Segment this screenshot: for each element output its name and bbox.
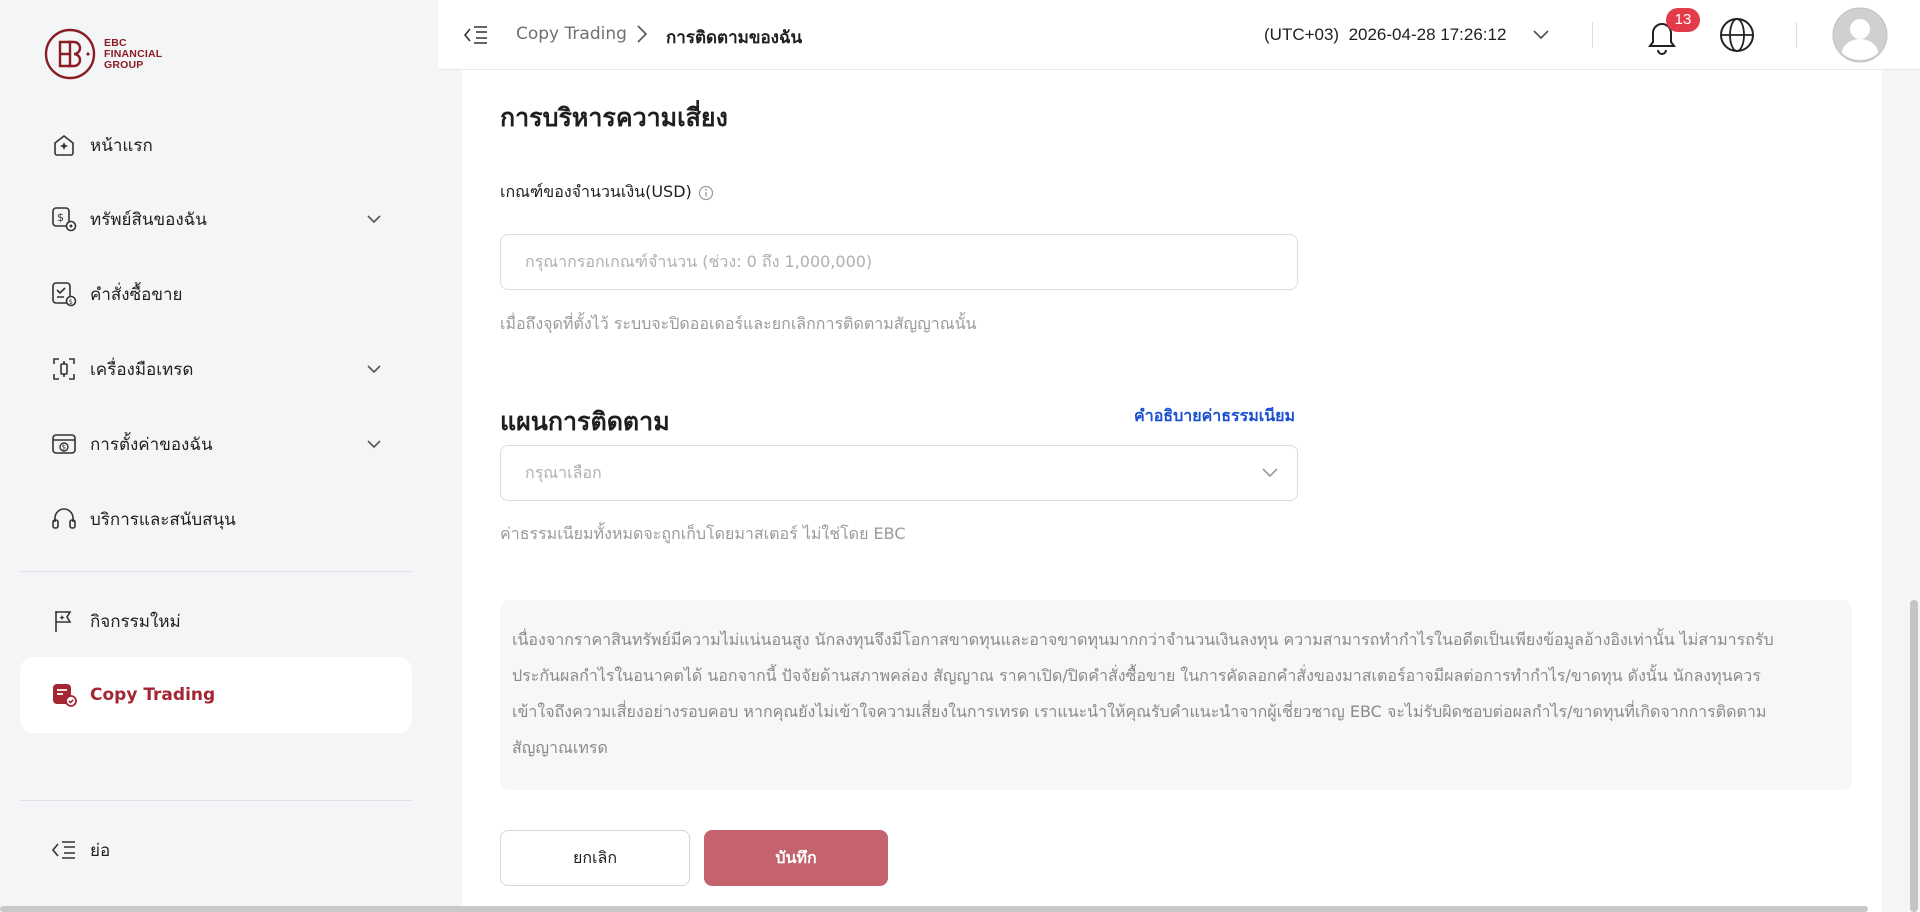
home-icon (50, 131, 78, 159)
select-placeholder: กรุณาเลือก (525, 462, 602, 482)
sidebar-item-label: การตั้งค่าของฉัน (90, 434, 213, 455)
risk-management-title: การบริหารความเสี่ยง (500, 103, 728, 132)
sidebar-divider (20, 571, 412, 572)
info-icon[interactable] (698, 185, 714, 201)
tools-icon (50, 355, 78, 383)
chevron-down-icon (367, 215, 381, 224)
avatar[interactable] (1832, 7, 1888, 63)
chevron-down-icon (367, 365, 381, 374)
header-divider (1592, 22, 1593, 48)
globe-icon[interactable] (1718, 16, 1756, 54)
sidebar-item-settings[interactable]: $ การตั้งค่าของฉัน (20, 416, 412, 472)
sidebar-item-label: เครื่องมือเทรด (90, 359, 194, 380)
sidebar-item-label: คำสั่งซื้อขาย (90, 284, 183, 305)
headset-icon (50, 505, 78, 533)
orders-icon: $ (50, 280, 78, 308)
settings-icon: $ (50, 430, 78, 458)
chevron-down-icon[interactable] (1530, 24, 1552, 46)
logo-text: EBC FINANCIAL GROUP (104, 36, 163, 71)
sidebar-item-assets[interactable]: $ ทรัพย์สินของฉัน (20, 191, 412, 247)
follow-plan-title: แผนการติดตาม (500, 407, 670, 436)
chevron-down-icon (367, 440, 381, 449)
collapse-menu-icon[interactable] (462, 22, 490, 48)
main-panel: การบริหารความเสี่ยง เกณฑ์ของจำนวนเงิน(US… (462, 70, 1882, 912)
timezone-datetime[interactable]: (UTC+03) 2026-04-28 17:26:12 (1264, 25, 1506, 45)
sidebar: EBC FINANCIAL GROUP หน้าแรก $ ทรัพย์สินข… (0, 0, 438, 912)
sidebar-item-home[interactable]: หน้าแรก (20, 117, 412, 173)
sidebar-item-orders[interactable]: $ คำสั่งซื้อขาย (20, 266, 412, 322)
sidebar-item-copy-trading[interactable]: Copy Trading (20, 657, 412, 733)
save-button[interactable]: บันทึก (704, 830, 888, 886)
sidebar-item-label: ทรัพย์สินของฉัน (90, 209, 207, 230)
sidebar-item-tools[interactable]: เครื่องมือเทรด (20, 341, 412, 397)
sidebar-item-label: บริการและสนับสนุน (90, 509, 236, 530)
fee-explanation-link[interactable]: คำอธิบายค่าธรรมเนียม (1134, 404, 1295, 429)
assets-icon: $ (50, 205, 78, 233)
collapse-menu-icon (50, 836, 78, 864)
sidebar-item-support[interactable]: บริการและสนับสนุน (20, 491, 412, 547)
copy-trading-icon (50, 681, 78, 709)
ebc-logo-icon (44, 28, 96, 80)
sidebar-collapse-button[interactable]: ย่อ (20, 822, 412, 878)
amount-threshold-label: เกณฑ์ของจำนวนเงิน(USD) (500, 180, 714, 205)
amount-threshold-hint: เมื่อถึงจุดที่ตั้งไว้ ระบบจะปิดออเดอร์แล… (500, 314, 977, 333)
vertical-scrollbar[interactable] (1910, 600, 1918, 912)
follow-plan-select[interactable]: กรุณาเลือก (500, 445, 1298, 501)
svg-text:$: $ (57, 211, 64, 224)
sidebar-divider (20, 800, 412, 801)
svg-text:$: $ (69, 298, 73, 306)
horizontal-scrollbar[interactable] (0, 906, 1868, 912)
breadcrumb-current: การติดตามของฉัน (666, 28, 803, 48)
sidebar-item-label: กิจกรรมใหม่ (90, 611, 181, 632)
amount-threshold-input[interactable]: กรุณากรอกเกณฑ์จำนวน (ช่วง: 0 ถึง 1,000,0… (500, 234, 1298, 290)
cancel-button[interactable]: ยกเลิก (500, 830, 690, 886)
breadcrumb-copy-trading[interactable]: Copy Trading (516, 24, 627, 44)
follow-plan-hint: ค่าธรรมเนียมทั้งหมดจะถูกเก็บโดยมาสเตอร์ … (500, 524, 906, 543)
header-divider (1796, 22, 1797, 48)
top-bar: Copy Trading การติดตามของฉัน (UTC+03) 20… (438, 0, 1920, 70)
chevron-right-icon (637, 25, 648, 43)
ebc-logo[interactable]: EBC FINANCIAL GROUP (44, 28, 244, 80)
risk-disclaimer: เนื่องจากราคาสินทรัพย์มีความไม่แน่นอนสูง… (500, 600, 1852, 790)
svg-text:$: $ (62, 444, 66, 452)
chevron-down-icon (1262, 468, 1278, 478)
notification-badge: 13 (1666, 8, 1700, 32)
flag-icon (50, 607, 78, 635)
sidebar-item-events[interactable]: กิจกรรมใหม่ (20, 593, 412, 649)
sidebar-item-label: Copy Trading (90, 685, 216, 705)
collapse-label: ย่อ (90, 840, 111, 861)
sidebar-item-label: หน้าแรก (90, 135, 153, 156)
